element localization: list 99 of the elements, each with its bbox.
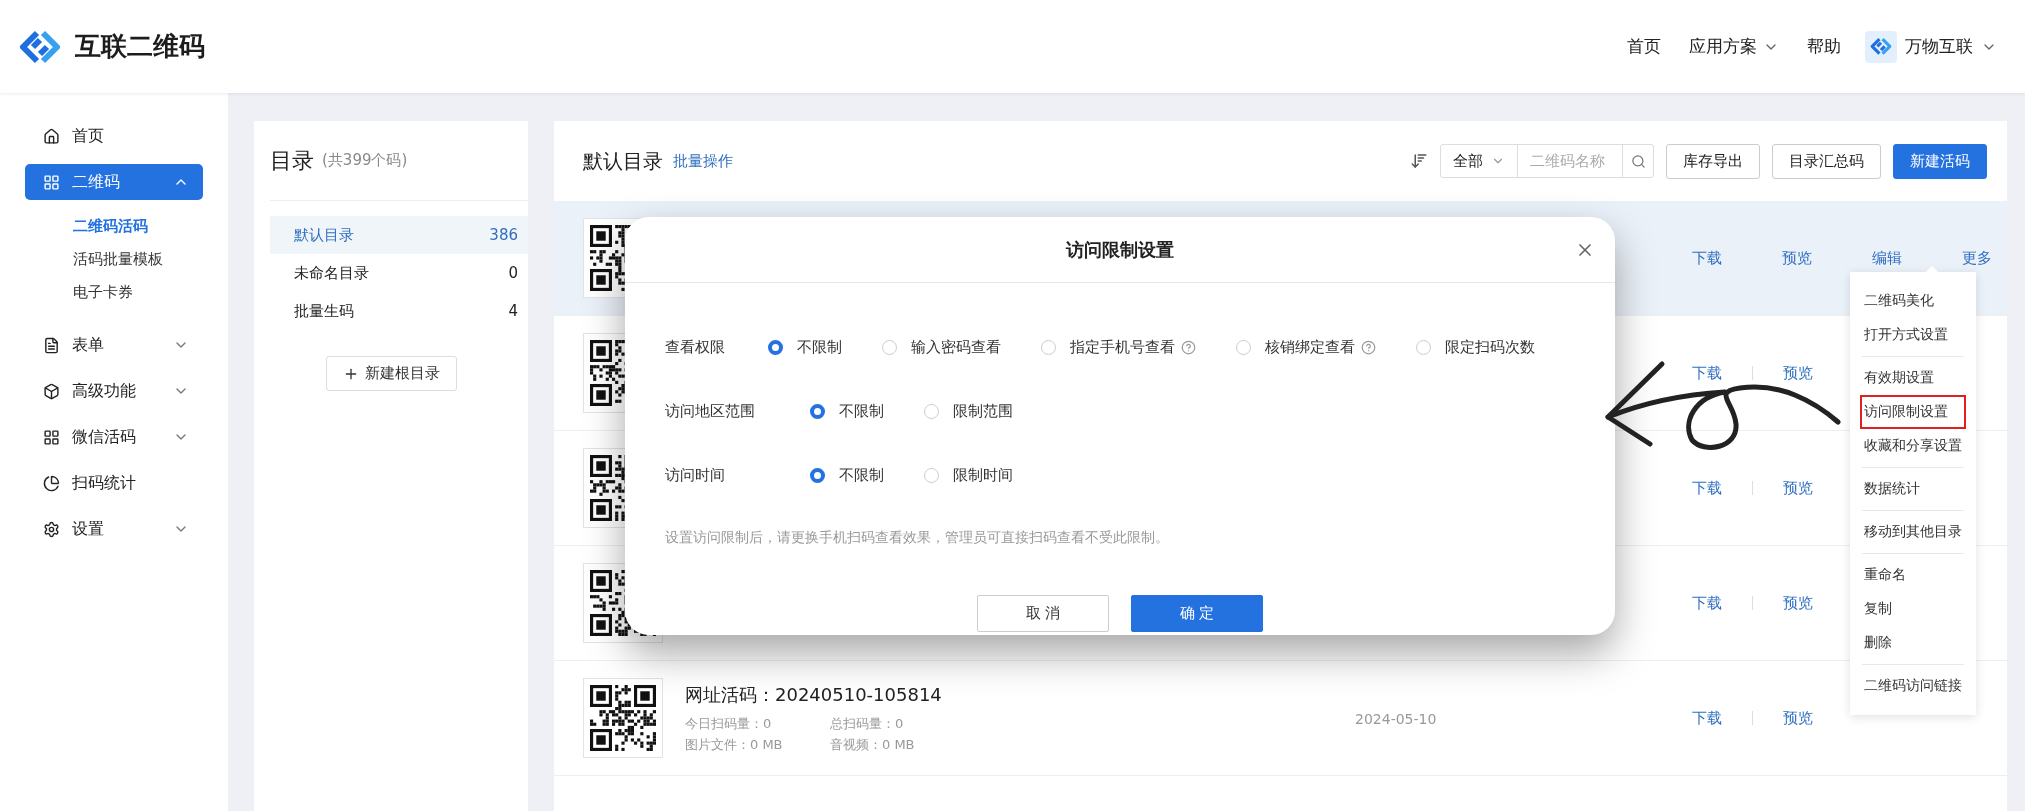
setting-label: 访问地区范围 bbox=[665, 401, 756, 421]
option-label: 不限制 bbox=[839, 401, 884, 421]
radio-button[interactable] bbox=[1041, 339, 1056, 355]
nav-link[interactable]: 首页 bbox=[1627, 35, 1661, 58]
folder-name: 未命名目录 bbox=[294, 263, 370, 283]
option-label: 不限制 bbox=[839, 465, 884, 485]
code-stat: 总扫码量：0 bbox=[830, 714, 905, 733]
sidebar-item[interactable]: 设置 bbox=[25, 511, 203, 547]
row-action-link[interactable]: 预览 bbox=[1783, 478, 1813, 498]
nav-link[interactable]: 帮助 bbox=[1807, 35, 1841, 58]
radio-button[interactable] bbox=[924, 467, 939, 483]
radio-button[interactable] bbox=[924, 403, 939, 419]
grid-icon bbox=[43, 173, 60, 191]
dialog-title: 访问限制设置 bbox=[1066, 237, 1174, 262]
row-action-link[interactable]: 下载 bbox=[1692, 248, 1722, 268]
catalog-title: 目录 bbox=[270, 146, 314, 175]
sidebar-subitem[interactable]: 二维码活码 bbox=[0, 210, 228, 243]
menu-item[interactable]: 二维码美化 bbox=[1860, 284, 1966, 318]
menu-item[interactable]: 二维码访问链接 bbox=[1860, 669, 1966, 703]
menu-item[interactable]: 打开方式设置 bbox=[1860, 318, 1966, 352]
option-label: 限制范围 bbox=[953, 401, 1013, 421]
option-label: 限制时间 bbox=[953, 465, 1013, 485]
help-icon[interactable] bbox=[1181, 339, 1196, 355]
folder-count: 0 bbox=[508, 264, 518, 282]
catalog-count: (共399个码) bbox=[322, 151, 408, 170]
nav-link[interactable]: 应用方案 bbox=[1689, 35, 1779, 58]
row-action-link[interactable]: 下载 bbox=[1692, 363, 1722, 383]
row-action-link[interactable]: 下载 bbox=[1692, 708, 1722, 728]
folder-count: 386 bbox=[489, 226, 518, 244]
logo-icon bbox=[1868, 36, 1894, 57]
folder-item[interactable]: 批量生码 4 bbox=[270, 292, 528, 330]
option-label: 限定扫码次数 bbox=[1445, 337, 1535, 357]
pie-chart-icon bbox=[43, 474, 60, 492]
row-action-link[interactable]: 更多 bbox=[1962, 248, 1992, 268]
dialog-button[interactable]: 确 定 bbox=[1131, 595, 1263, 632]
toolbar-button[interactable]: 库存导出 bbox=[1666, 143, 1760, 179]
setting-label: 查看权限 bbox=[665, 337, 726, 357]
folder-count: 4 bbox=[508, 302, 518, 320]
sidebar-subitem[interactable]: 电子卡券 bbox=[0, 276, 228, 309]
code-date: 2024-05-10 bbox=[1355, 710, 1437, 727]
menu-item[interactable]: 收藏和分享设置 bbox=[1860, 429, 1966, 463]
new-root-folder-button[interactable]: 新建根目录 bbox=[325, 356, 457, 391]
sidebar-item[interactable]: 扫码统计 bbox=[25, 465, 203, 501]
sidebar-item[interactable]: 首页 bbox=[25, 118, 203, 154]
sort-icon[interactable] bbox=[1410, 152, 1428, 170]
code-stat: 图片文件：0 MB bbox=[685, 735, 784, 754]
option-label: 指定手机号查看 bbox=[1070, 337, 1175, 357]
folder-name: 批量生码 bbox=[294, 301, 355, 321]
option-label: 核销绑定查看 bbox=[1265, 337, 1355, 357]
search-icon[interactable] bbox=[1630, 153, 1646, 169]
sidebar-item[interactable]: 表单 bbox=[25, 327, 203, 363]
setting-label: 访问时间 bbox=[665, 465, 726, 485]
code-stat: 音视频：0 MB bbox=[830, 735, 916, 754]
menu-item[interactable]: 复制 bbox=[1860, 592, 1966, 626]
row-action-link[interactable]: 预览 bbox=[1783, 708, 1813, 728]
folder-name: 默认目录 bbox=[294, 225, 355, 245]
sidebar-item[interactable]: 高级功能 bbox=[25, 373, 203, 409]
sidebar-item[interactable]: 二维码 bbox=[25, 164, 203, 200]
user-menu[interactable]: 万物互联 bbox=[1865, 30, 1997, 63]
list-icon bbox=[43, 336, 60, 354]
code-title: 网址活码：20240510-105814 bbox=[685, 682, 943, 707]
radio-button[interactable] bbox=[810, 467, 825, 483]
option-label: 输入密码查看 bbox=[911, 337, 1001, 357]
sidebar-subitem[interactable]: 活码批量模板 bbox=[0, 243, 228, 276]
menu-item[interactable]: 访问限制设置 bbox=[1860, 395, 1966, 429]
radio-button[interactable] bbox=[768, 339, 783, 355]
row-action-link[interactable]: 预览 bbox=[1783, 363, 1813, 383]
menu-item[interactable]: 重命名 bbox=[1860, 558, 1966, 592]
row-action-link[interactable]: 预览 bbox=[1782, 248, 1812, 268]
row-action-link[interactable]: 预览 bbox=[1783, 593, 1813, 613]
help-icon[interactable] bbox=[1361, 339, 1376, 355]
settings-icon bbox=[43, 520, 60, 538]
folder-item[interactable]: 未命名目录 0 bbox=[270, 254, 528, 292]
toolbar-button[interactable]: 目录汇总码 bbox=[1772, 143, 1881, 179]
toolbar-button[interactable]: 新建活码 bbox=[1893, 143, 1987, 179]
cube-icon bbox=[43, 382, 60, 400]
folder-item[interactable]: 默认目录 386 bbox=[270, 216, 528, 254]
sidebar-item[interactable]: 微信活码 bbox=[25, 419, 203, 455]
radio-button[interactable] bbox=[1236, 339, 1251, 355]
menu-item[interactable]: 有效期设置 bbox=[1860, 361, 1966, 395]
option-label: 不限制 bbox=[797, 337, 842, 357]
dialog-button[interactable]: 取 消 bbox=[977, 595, 1109, 632]
radio-button[interactable] bbox=[882, 339, 897, 355]
row-action-link[interactable]: 下载 bbox=[1692, 593, 1722, 613]
menu-item[interactable]: 数据统计 bbox=[1860, 472, 1966, 506]
radio-button[interactable] bbox=[810, 403, 825, 419]
menu-item[interactable]: 删除 bbox=[1860, 626, 1966, 660]
radio-button[interactable] bbox=[1416, 339, 1431, 355]
logo-text: 互联二维码 bbox=[75, 30, 205, 63]
row-action-link[interactable]: 编辑 bbox=[1872, 248, 1902, 268]
folder-title: 默认目录 bbox=[583, 147, 663, 175]
batch-link[interactable]: 批量操作 bbox=[673, 151, 733, 171]
search-box[interactable]: 全部 二维码名称 bbox=[1440, 144, 1654, 178]
note-text: 设置访问限制后，请更换手机扫码查看效果，管理员可直接扫码查看不受此限制。 bbox=[665, 529, 1170, 547]
code-stat: 今日扫码量：0 bbox=[685, 714, 773, 733]
menu-item[interactable]: 移动到其他目录 bbox=[1860, 515, 1966, 549]
grid-icon bbox=[43, 428, 60, 446]
house-icon bbox=[43, 127, 60, 145]
row-action-link[interactable]: 下载 bbox=[1692, 478, 1722, 498]
